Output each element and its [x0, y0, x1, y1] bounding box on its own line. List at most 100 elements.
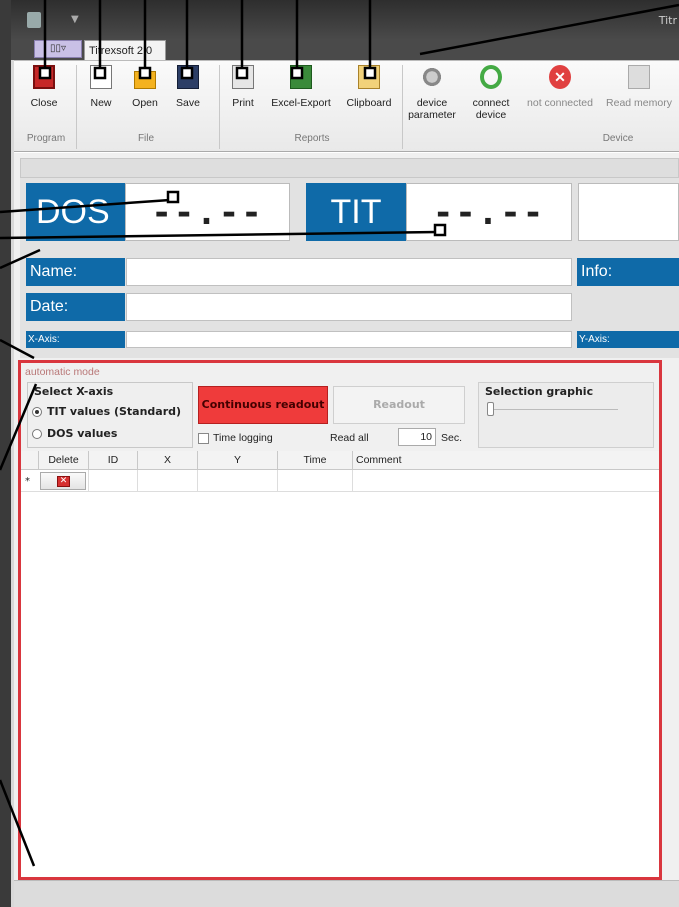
quick-access-dropdown-icon[interactable]: ▼	[71, 14, 79, 25]
col-id[interactable]: ID	[89, 451, 138, 470]
name-field[interactable]	[126, 258, 572, 286]
radio-tit-values[interactable]	[32, 407, 42, 417]
select-x-axis-group: Select X-axis TIT values (Standard) DOS …	[27, 382, 193, 448]
memory-icon	[628, 65, 650, 89]
x-axis-field[interactable]	[126, 331, 572, 348]
col-y[interactable]: Y	[198, 451, 278, 470]
error-icon: ✕	[549, 65, 571, 89]
close-label: Close	[30, 97, 58, 109]
selection-slider-thumb[interactable]	[487, 402, 494, 416]
cell-time[interactable]	[278, 470, 353, 492]
seconds-unit-label: Sec.	[441, 432, 463, 444]
name-label: Name:	[26, 258, 125, 286]
not-connected-label: not connected	[527, 97, 593, 109]
radio-dos-label: DOS values	[47, 427, 118, 440]
excel-export-label: Excel-Export	[271, 97, 331, 109]
close-icon	[33, 65, 55, 89]
title-bar: ▼ Titr	[11, 0, 679, 40]
separator	[76, 65, 77, 149]
separator	[402, 65, 403, 149]
col-comment[interactable]: Comment	[353, 451, 659, 470]
tab-titrexsoft[interactable]: Titrexsoft 2.0	[84, 40, 166, 62]
clipboard-icon	[358, 65, 380, 89]
connect-device-button[interactable]: connect device	[468, 65, 514, 121]
date-field[interactable]	[126, 293, 572, 321]
y-axis-label: Y-Axis:	[577, 331, 679, 348]
screen-frame-left	[0, 0, 11, 907]
automatic-mode-title: automatic mode	[25, 366, 100, 378]
dos-value: --.--	[125, 183, 290, 241]
clipboard-label: Clipboard	[346, 97, 392, 109]
continuous-readout-button[interactable]: Continuous readout	[198, 386, 328, 424]
print-button[interactable]: Print	[226, 65, 260, 109]
window-title: Titr	[658, 14, 677, 27]
group-device-label: Device	[602, 133, 634, 144]
new-label: New	[90, 97, 112, 109]
app-menu-icon: ▯▯▿	[49, 43, 67, 54]
seconds-input[interactable]: 10	[398, 428, 436, 446]
tit-label: TIT	[306, 183, 406, 241]
new-button[interactable]: New	[84, 65, 118, 109]
excel-export-button[interactable]: Excel-Export	[266, 65, 336, 109]
group-file-label: File	[137, 133, 155, 144]
radio-dos-values[interactable]	[32, 429, 42, 439]
open-button[interactable]: Open	[128, 65, 162, 109]
delete-icon: ✕	[57, 476, 70, 487]
selection-graphic-heading: Selection graphic	[485, 385, 594, 398]
time-logging-label: Time logging	[213, 432, 273, 444]
x-axis-label: X-Axis:	[26, 331, 125, 348]
application-menu-button[interactable]: ▯▯▿	[34, 40, 82, 58]
read-all-label: Read all	[330, 432, 369, 444]
close-button[interactable]: Close	[26, 65, 62, 109]
time-logging-checkbox[interactable]	[198, 433, 209, 444]
col-delete[interactable]: Delete	[39, 451, 89, 470]
data-grid	[21, 451, 659, 877]
new-icon	[90, 65, 112, 89]
info-label: Info:	[577, 258, 679, 286]
cell-id[interactable]	[89, 470, 138, 492]
ribbon: Close Program New Open Save File Print E…	[14, 60, 679, 152]
group-program-label: Program	[26, 133, 66, 144]
read-memory-button[interactable]: Read memory	[604, 65, 674, 109]
print-icon	[232, 65, 254, 89]
app-icon[interactable]	[27, 12, 41, 28]
select-x-axis-heading: Select X-axis	[34, 385, 114, 398]
save-button[interactable]: Save	[171, 65, 205, 109]
cell-y[interactable]	[198, 470, 278, 492]
save-icon	[177, 65, 199, 89]
readout-button[interactable]: Readout	[333, 386, 465, 424]
toolbar-band	[20, 158, 679, 178]
separator	[219, 65, 220, 149]
status-bar	[14, 880, 679, 907]
device-parameter-button[interactable]: device parameter	[406, 65, 458, 121]
gear-icon	[421, 65, 443, 89]
print-label: Print	[232, 97, 254, 109]
radio-tit-label: TIT values (Standard)	[47, 405, 182, 418]
tit-value: --.--	[406, 183, 572, 241]
extra-display	[578, 183, 679, 241]
not-connected-button[interactable]: ✕ not connected	[522, 65, 598, 109]
open-icon	[134, 71, 156, 89]
table-row[interactable]	[21, 470, 659, 492]
cell-x[interactable]	[138, 470, 198, 492]
group-reports-label: Reports	[294, 133, 330, 144]
col-x[interactable]: X	[138, 451, 198, 470]
grid-header: Delete ID X Y Time Comment	[21, 451, 659, 470]
save-label: Save	[176, 97, 200, 109]
connect-device-label-1: connect	[472, 97, 510, 109]
device-parameter-label-2: parameter	[408, 109, 456, 121]
col-time[interactable]: Time	[278, 451, 353, 470]
date-label: Date:	[26, 293, 125, 321]
tab-label: Titrexsoft 2.0	[89, 45, 153, 57]
open-label: Open	[132, 97, 158, 109]
device-parameter-label-1: device	[416, 97, 448, 109]
sync-icon	[480, 65, 502, 89]
read-memory-label: Read memory	[606, 97, 672, 109]
selection-graphic-group: Selection graphic	[478, 382, 654, 448]
connect-device-label-2: device	[475, 109, 507, 121]
clipboard-button[interactable]: Clipboard	[341, 65, 397, 109]
dos-label: DOS	[26, 183, 125, 241]
delete-row-button[interactable]: ✕	[40, 472, 86, 490]
excel-icon	[290, 65, 312, 89]
row-header-corner	[21, 451, 39, 470]
